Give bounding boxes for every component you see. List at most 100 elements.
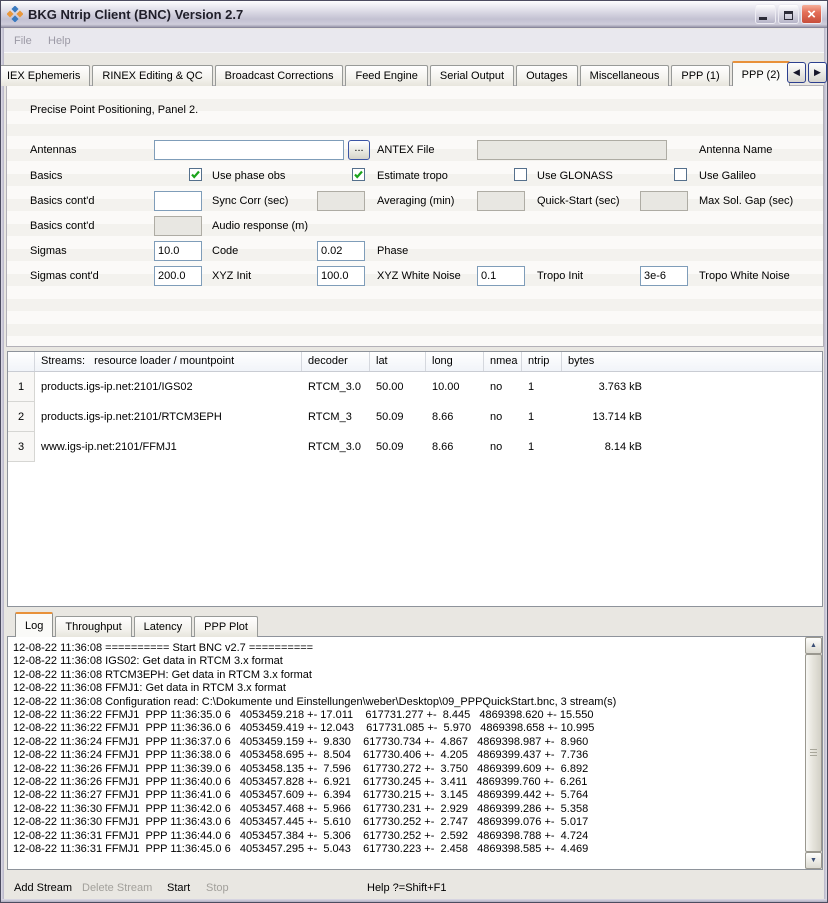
- stream-row[interactable]: 1 products.igs-ip.net:2101/IGS02 RTCM_3.…: [8, 372, 822, 402]
- xyz-white-noise-input[interactable]: [317, 266, 365, 286]
- averaging-label: Averaging (min): [377, 195, 454, 207]
- output-tab[interactable]: Latency: [134, 616, 193, 637]
- start-button[interactable]: Start: [167, 882, 190, 894]
- minimize-button[interactable]: [755, 4, 776, 24]
- cell-filler: [644, 372, 822, 402]
- tab-scroll-right-button[interactable]: ▶: [808, 62, 827, 83]
- log-line: 12-08-22 11:36:08 ========== Start BNC v…: [13, 642, 804, 655]
- sigma-phase-label: Phase: [377, 245, 408, 257]
- tropo-init-input[interactable]: [477, 266, 525, 286]
- cell-mountpoint: www.igs-ip.net:2101/FFMJ1: [35, 432, 302, 462]
- use-glonass-label: Use GLONASS: [537, 170, 613, 182]
- add-stream-button[interactable]: Add Stream: [14, 882, 72, 894]
- header-filler: [644, 352, 822, 371]
- tropo-white-noise-label: Tropo White Noise: [699, 270, 790, 282]
- sigma-code-input[interactable]: [154, 241, 202, 261]
- cell-filler: [644, 432, 822, 462]
- estimate-tropo-checkbox[interactable]: [352, 168, 365, 181]
- title-bar[interactable]: BKG Ntrip Client (BNC) Version 2.7 ×: [1, 1, 827, 28]
- main-tab[interactable]: Broadcast Corrections: [215, 65, 344, 86]
- stop-button[interactable]: Stop: [206, 882, 229, 894]
- log-line: 12-08-22 11:36:31 FFMJ1 PPP 11:36:44.0 6…: [13, 830, 804, 843]
- sigma-code-label: Code: [212, 245, 238, 257]
- maximize-button[interactable]: [778, 4, 799, 24]
- xyz-init-input[interactable]: [154, 266, 202, 286]
- close-button[interactable]: ×: [801, 4, 822, 24]
- stream-row[interactable]: 2 products.igs-ip.net:2101/RTCM3EPH RTCM…: [8, 402, 822, 432]
- delete-stream-button[interactable]: Delete Stream: [82, 882, 152, 894]
- log-line: 12-08-22 11:36:26 FFMJ1 PPP 11:36:39.0 6…: [13, 763, 804, 776]
- scrollbar-thumb[interactable]: [805, 654, 822, 852]
- main-tab[interactable]: RINEX Editing & QC: [92, 65, 212, 86]
- estimate-tropo-label: Estimate tropo: [377, 170, 448, 182]
- main-tab[interactable]: PPP (2): [732, 61, 790, 86]
- log-line: 12-08-22 11:36:24 FFMJ1 PPP 11:36:37.0 6…: [13, 736, 804, 749]
- header-mountpoint: Streams: resource loader / mountpoint: [35, 352, 302, 371]
- bnc-application-window: BKG Ntrip Client (BNC) Version 2.7 × Fil…: [0, 0, 828, 903]
- streams-header-row: Streams: resource loader / mountpoint de…: [8, 352, 822, 372]
- cell-bytes: 8.14 kB: [562, 432, 644, 462]
- log-lines: 12-08-22 11:36:08 ========== Start BNC v…: [8, 637, 804, 869]
- log-line: 12-08-22 11:36:22 FFMJ1 PPP 11:36:36.0 6…: [13, 722, 804, 735]
- main-tab[interactable]: Outages: [516, 65, 578, 86]
- sync-corr-input[interactable]: [154, 191, 202, 211]
- averaging-input: [317, 191, 365, 211]
- main-tab[interactable]: IEX Ephemeris: [0, 65, 90, 86]
- main-tab-bar: IEX Ephemeris RINEX Editing & QC Broadca…: [0, 61, 792, 86]
- cell-ntrip: 1: [522, 432, 562, 462]
- window-frame: [1, 28, 4, 902]
- tab-scroll-left-button[interactable]: ◀: [787, 62, 806, 83]
- xyz-white-noise-label: XYZ White Noise: [377, 270, 461, 282]
- check-icon: [353, 169, 364, 180]
- header-lat: lat: [370, 352, 426, 371]
- stream-row[interactable]: 3 www.igs-ip.net:2101/FFMJ1 RTCM_3.0 50.…: [8, 432, 822, 462]
- cell-nmea: no: [484, 432, 522, 462]
- cell-ntrip: 1: [522, 372, 562, 402]
- log-line: 12-08-22 11:36:24 FFMJ1 PPP 11:36:38.0 6…: [13, 749, 804, 762]
- output-tab[interactable]: Throughput: [55, 616, 131, 637]
- cell-nmea: no: [484, 372, 522, 402]
- panel-caption: Precise Point Positioning, Panel 2.: [30, 104, 198, 116]
- main-tab[interactable]: Miscellaneous: [580, 65, 670, 86]
- menu-help[interactable]: Help: [48, 35, 71, 47]
- quick-start-input: [477, 191, 525, 211]
- scroll-up-button[interactable]: ▲: [805, 637, 822, 654]
- thumb-grip-icon: [810, 749, 817, 758]
- sigma-phase-input[interactable]: [317, 241, 365, 261]
- output-tab[interactable]: PPP Plot: [194, 616, 258, 637]
- main-tab[interactable]: PPP (1): [671, 65, 729, 86]
- log-scrollbar[interactable]: ▲ ▼: [805, 637, 822, 869]
- header-nmea: nmea: [484, 352, 522, 371]
- log-output: 12-08-22 11:36:08 ========== Start BNC v…: [7, 636, 823, 870]
- antennas-label: Antennas: [30, 144, 76, 156]
- cell-long: 10.00: [426, 372, 484, 402]
- app-icon: [7, 6, 23, 22]
- use-phase-obs-checkbox[interactable]: [189, 168, 202, 181]
- main-tab[interactable]: Feed Engine: [345, 65, 427, 86]
- cell-long: 8.66: [426, 402, 484, 432]
- cell-nmea: no: [484, 402, 522, 432]
- scroll-down-button[interactable]: ▼: [805, 852, 822, 869]
- basics-contd-label: Basics cont'd: [30, 195, 94, 207]
- use-galileo-label: Use Galileo: [699, 170, 756, 182]
- row-number: 2: [8, 402, 35, 432]
- max-sol-gap-label: Max Sol. Gap (sec): [699, 195, 793, 207]
- menu-file[interactable]: File: [14, 35, 32, 47]
- basics-contd2-label: Basics cont'd: [30, 220, 94, 232]
- log-line: 12-08-22 11:36:08 Configuration read: C:…: [13, 696, 804, 709]
- main-tab[interactable]: Serial Output: [430, 65, 514, 86]
- use-galileo-checkbox[interactable]: [674, 168, 687, 181]
- output-tab[interactable]: Log: [15, 612, 53, 637]
- antex-browse-button[interactable]: ...: [348, 140, 370, 160]
- audio-response-label: Audio response (m): [212, 220, 308, 232]
- cell-lat: 50.09: [370, 432, 426, 462]
- xyz-init-label: XYZ Init: [212, 270, 251, 282]
- antennas-input[interactable]: [154, 140, 344, 160]
- antex-file-label: ANTEX File: [377, 144, 434, 156]
- cell-mountpoint: products.igs-ip.net:2101/IGS02: [35, 372, 302, 402]
- check-icon: [190, 169, 201, 180]
- tropo-white-noise-input[interactable]: [640, 266, 688, 286]
- cell-ntrip: 1: [522, 402, 562, 432]
- use-glonass-checkbox[interactable]: [514, 168, 527, 181]
- log-line: 12-08-22 11:36:31 FFMJ1 PPP 11:36:45.0 6…: [13, 843, 804, 856]
